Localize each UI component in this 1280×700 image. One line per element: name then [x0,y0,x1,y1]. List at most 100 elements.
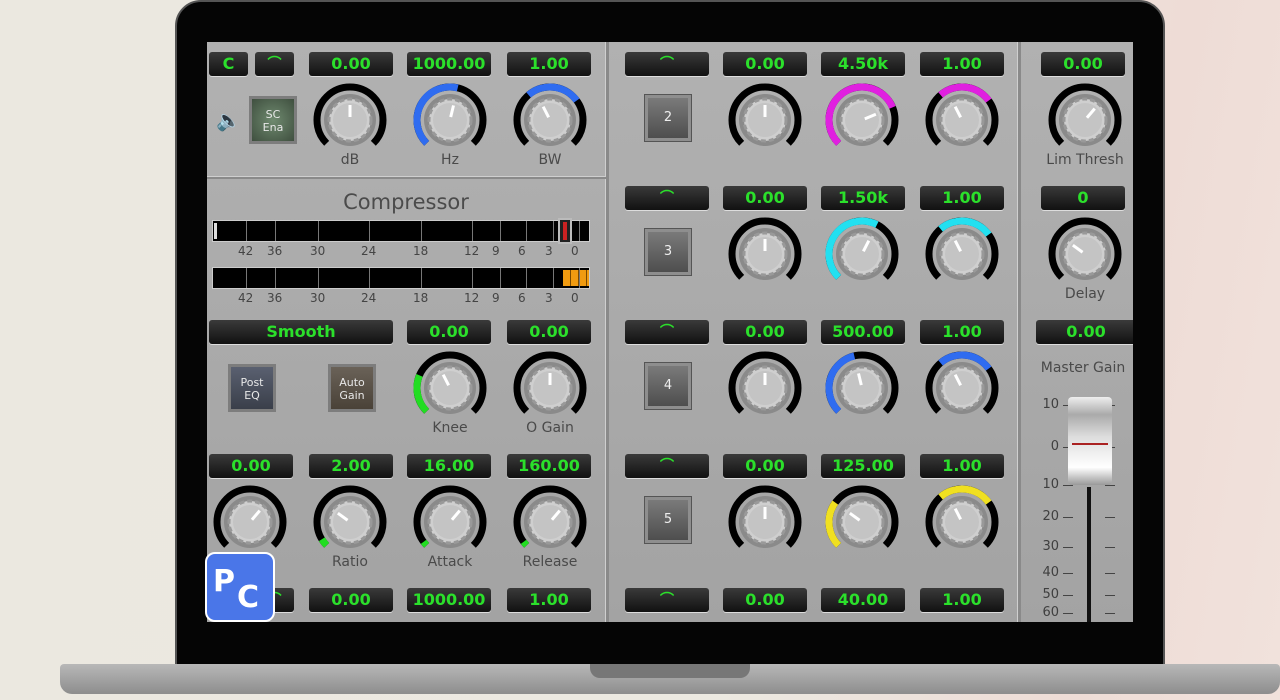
laptop-notch [590,664,750,678]
meter-segment [318,221,319,241]
band-shape-button[interactable]: ⌒ [625,588,709,612]
knob-lim[interactable] [1045,80,1125,160]
knob-b3f[interactable] [822,214,902,294]
meter-segment [472,221,473,241]
band-freq-display[interactable]: 1.50k [821,186,905,210]
band-shape-button[interactable]: ⌒ [625,320,709,344]
master-fader[interactable]: 10 0 10 20 30 40 50 60 [1035,397,1133,622]
attack-display[interactable]: 16.00 [407,454,491,478]
comp-mode-display[interactable]: Smooth [209,320,393,344]
knob-b3b[interactable] [922,214,1002,294]
band-gain-display[interactable]: 0.00 [723,186,807,210]
meter-segment [500,268,501,288]
band-gain-display[interactable]: 0.00 [723,454,807,478]
meter-scale-label: 18 [413,291,429,305]
knob-b5b[interactable] [922,482,1002,562]
threshold-display[interactable]: 0.00 [209,454,293,478]
ratio-display[interactable]: 2.00 [309,454,393,478]
band-bw-display[interactable]: 1.00 [920,52,1004,76]
freq-display[interactable]: 1000.00 [407,52,491,76]
knob-b4b[interactable] [922,348,1002,428]
mode-display[interactable]: C [209,52,248,76]
meter-segment [421,221,422,241]
gain-display[interactable]: 0.00 [309,52,393,76]
band-bw-display[interactable]: 1.00 [920,186,1004,210]
knob-knee[interactable] [410,348,490,428]
auto-gain-button[interactable]: Auto Gain [328,364,376,412]
gain-reduction-meter [212,267,590,289]
band-gain-display[interactable]: 0.00 [723,588,807,612]
ogain-display[interactable]: 0.00 [507,320,591,344]
band-enable-button[interactable]: 3 [645,229,691,275]
band-shape-button[interactable]: ⌒ [625,186,709,210]
knob-delay[interactable] [1045,214,1125,294]
band-shape-button[interactable]: ⌒ [625,52,709,76]
band-bw-display[interactable]: 1.00 [920,454,1004,478]
fader-handle[interactable] [1068,397,1112,485]
freq-display[interactable]: 1000.00 [407,588,491,612]
bw-display[interactable]: 1.00 [507,588,591,612]
knob-db[interactable] [310,80,390,160]
knob-b4g[interactable] [725,348,805,428]
post-eq-button[interactable]: Post EQ [228,364,276,412]
knob-b5g[interactable] [725,482,805,562]
knob-b3g[interactable] [725,214,805,294]
meter-segment [246,221,247,241]
compressor-title: Compressor [343,190,469,214]
sc-label: SC [265,108,281,121]
band-enable-button[interactable]: 2 [645,95,691,141]
divider [207,176,606,179]
knob-label-delay: Delay [1064,286,1106,302]
gain-display[interactable]: 0.00 [309,588,393,612]
meter-segment [500,221,501,241]
bw-display[interactable]: 1.00 [507,52,591,76]
meter-scale-label: 6 [518,291,526,305]
gain-label: Gain [339,389,365,402]
logo-p: P [213,564,235,599]
meter-scale-label: 24 [361,244,377,258]
knob-b2f[interactable] [822,80,902,160]
knob-b2g[interactable] [725,80,805,160]
knob-b2b[interactable] [922,80,1002,160]
filter-shape-button[interactable]: ⌒ [255,52,294,76]
knob-bw[interactable] [510,80,590,160]
band-freq-display[interactable]: 125.00 [821,454,905,478]
eq-label: EQ [244,389,260,402]
lim-thresh-display[interactable]: 0.00 [1041,52,1125,76]
band-enable-button[interactable]: 4 [645,363,691,409]
knob-b4f[interactable] [822,348,902,428]
knob-ratio[interactable] [310,482,390,562]
band-gain-display[interactable]: 0.00 [723,320,807,344]
meter-scale-label: 18 [413,244,429,258]
meter-scale-label: 30 [310,244,326,258]
knob-b5f[interactable] [822,482,902,562]
band-freq-display[interactable]: 40.00 [821,588,905,612]
band-freq-display[interactable]: 500.00 [821,320,905,344]
ena-label: Ena [262,121,284,134]
knob-label-ogain: O Gain [526,420,574,436]
meter-scale-label: 42 [238,291,254,305]
band-gain-display[interactable]: 0.00 [723,52,807,76]
master-gain-label: Master Gain [1040,360,1126,376]
band-bw-display[interactable]: 1.00 [920,588,1004,612]
band-bw-display[interactable]: 1.00 [920,320,1004,344]
knob-label-attack: Attack [427,554,473,570]
band-freq-display[interactable]: 4.50k [821,52,905,76]
knee-display[interactable]: 0.00 [407,320,491,344]
knob-attack[interactable] [410,482,490,562]
master-gain-display[interactable]: 0.00 [1036,320,1133,344]
band-enable-button[interactable]: 5 [645,497,691,543]
knob-hz[interactable] [410,80,490,160]
knob-thresh[interactable] [210,482,290,562]
speaker-icon[interactable]: 🔈 [216,108,241,132]
release-display[interactable]: 160.00 [507,454,591,478]
band-shape-button[interactable]: ⌒ [625,454,709,478]
fader-scale-label: 0 [1050,439,1059,454]
fader-track [1087,487,1091,622]
sc-enable-button[interactable]: SC Ena [249,96,297,144]
meter-scale-label: 36 [267,291,283,305]
knob-release[interactable] [510,482,590,562]
meter-segment [369,221,370,241]
knob-ogain[interactable] [510,348,590,428]
delay-display[interactable]: 0 [1041,186,1125,210]
